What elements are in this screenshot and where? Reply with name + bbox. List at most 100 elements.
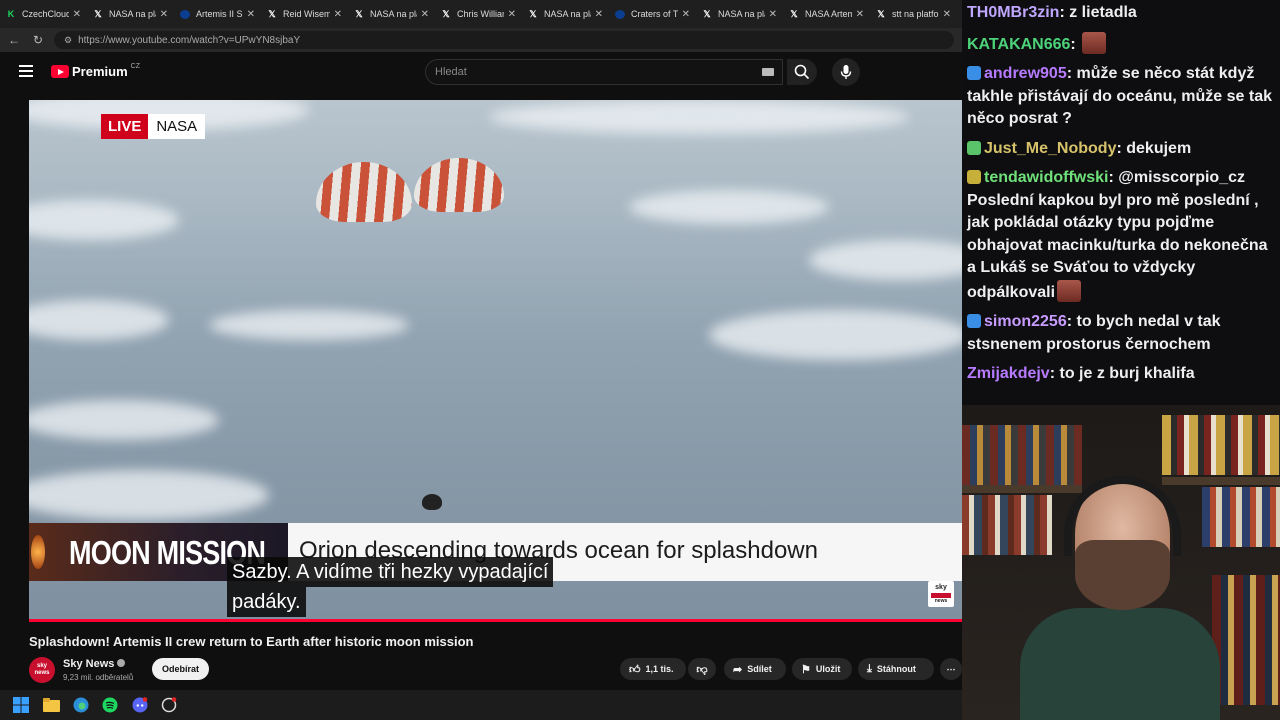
chat-message: tendawidoffwski: @misscorpio_cz Poslední… [967,167,1276,304]
close-icon[interactable]: ✕ [421,9,429,20]
tab-title: stt na platform [892,9,939,19]
chat-message: Zmijakdejv: to je z burj khalifa [967,363,1276,386]
cloud [29,200,179,240]
chat-message: TH0MBr3zin: z lietadla [967,2,1276,25]
tab-title: Reid Wiseman [283,9,330,19]
browser-tab[interactable]: K CzechCloud S ✕ [0,0,87,28]
search-input[interactable]: Hledat [425,59,783,85]
close-icon[interactable]: ✕ [247,9,255,20]
cloud [29,300,169,340]
download-button[interactable]: ⤓ Stáhnout [858,658,934,680]
chat-username[interactable]: KATAKAN666 [967,36,1070,53]
cloud [629,190,829,224]
chat-separator: : [1116,139,1127,157]
x-icon: 𝕏 [529,8,537,19]
sky-news-logo: sky news [928,581,954,607]
url-bar[interactable]: ⚙ https://www.youtube.com/watch?v=UPwYN8… [54,31,954,49]
browser-tab[interactable]: Craters of Tim ✕ [609,0,696,28]
channel-name[interactable]: Sky News [63,658,126,670]
menu-icon[interactable] [19,65,33,77]
like-button[interactable]: 👍︎ 1,1 tis. [620,658,686,680]
x-icon: 𝕏 [442,8,450,19]
youtube-header: Premium CZ Hledat [0,52,962,92]
progress-bar[interactable] [29,619,962,622]
windows-start-icon[interactable] [12,696,30,714]
chat-username[interactable]: Just_Me_Nobody [984,140,1116,157]
browser-tab[interactable]: 𝕏 NASA na platf ✕ [522,0,609,28]
more-icon: ⋯ [946,663,956,674]
browser-tab[interactable]: 𝕏 Reid Wiseman ✕ [261,0,348,28]
close-icon[interactable]: ✕ [508,9,516,20]
bookshelf [962,425,1082,485]
cloud [809,240,962,280]
chat-username[interactable]: simon2256 [984,313,1067,330]
more-actions-button[interactable]: ⋯ [940,658,962,680]
x-icon: 𝕏 [877,8,885,19]
chat-separator: : [1070,35,1081,53]
download-label: Stáhnout [876,664,916,674]
cloud [29,470,269,520]
bookshelf [1212,575,1280,705]
edge-browser-icon[interactable] [72,696,90,714]
cloud [209,310,409,340]
keyboard-icon[interactable] [762,68,774,76]
x-icon: 𝕏 [790,8,798,19]
back-arrow-icon[interactable]: ← [4,30,24,50]
subscriber-count: 9,23 mil. odběratelů [63,673,134,682]
browser-tab[interactable]: Artemis II Spl ✕ [174,0,261,28]
chat-username[interactable]: TH0MBr3zin [967,4,1059,21]
chat-message: KATAKAN666: [967,31,1276,57]
reload-icon[interactable]: ↻ [28,30,48,50]
chat-text: to je z burj khalifa [1059,365,1195,382]
close-icon[interactable]: ✕ [769,9,777,20]
x-icon: 𝕏 [355,8,363,19]
video-player[interactable]: LIVE NASA MOON MISSION Orion descending … [29,100,962,622]
download-icon: ⤓ [867,662,872,675]
close-icon[interactable]: ✕ [943,9,951,20]
tab-title: Chris Williams [457,9,504,19]
live-label: LIVE [101,114,149,139]
close-icon[interactable]: ✕ [334,9,342,20]
chat-message: Just_Me_Nobody: dekujem [967,138,1276,161]
close-icon[interactable]: ✕ [856,9,864,20]
czechcloud-icon: K [7,9,15,19]
browser-tab[interactable]: 𝕏 NASA Artemis ✕ [783,0,870,28]
chat-username[interactable]: andrew905 [984,65,1067,82]
chat-badge-icon [967,66,981,80]
browser-tab[interactable]: 𝕏 NASA na platf ✕ [87,0,174,28]
browser-tab[interactable]: 𝕏 NASA na platf ✕ [696,0,783,28]
chat-username[interactable]: Zmijakdejv [967,365,1050,382]
browser-tab[interactable]: 𝕏 Chris Williams ✕ [435,0,522,28]
channel-avatar[interactable]: sky news [29,657,55,683]
close-icon[interactable]: ✕ [160,9,168,20]
chat-message: andrew905: může se něco stát když takhle… [967,63,1276,131]
browser-tab[interactable]: 𝕏 NASA na platf ✕ [348,0,435,28]
browser-tab[interactable]: 𝕏stt na platform ✕ [870,0,957,28]
spotify-icon[interactable] [101,696,119,714]
closed-captions: Sazby. A vidíme tři hezky vypadající pad… [227,557,554,617]
share-icon: ➦ [733,663,743,676]
search-placeholder: Hledat [435,66,467,78]
chat-separator: : [1066,65,1077,82]
site-info-icon[interactable]: ⚙ [64,35,72,46]
save-button[interactable]: ⚑ Uložit [792,658,852,680]
app-icon[interactable] [160,696,178,714]
subscribe-button[interactable]: Odebírat [152,658,209,680]
chat-separator: : [1066,313,1077,330]
close-icon[interactable]: ✕ [682,9,690,20]
discord-icon[interactable] [131,696,149,714]
file-explorer-icon[interactable] [42,696,60,714]
voice-search-button[interactable] [832,58,860,86]
dislike-button[interactable]: 👎︎ [688,658,716,680]
chat-username[interactable]: tendawidoffwski [984,169,1108,186]
close-icon[interactable]: ✕ [73,9,81,20]
close-icon[interactable]: ✕ [595,9,603,20]
youtube-logo[interactable]: Premium CZ [51,63,140,79]
x-icon: 𝕏 [94,8,102,19]
verified-icon [117,659,126,667]
browser-tab-strip: KCzechCloud S✕𝕏NASA na platf✕Artemis II … [0,0,962,28]
search-button[interactable] [787,59,817,85]
chat-text: z lietadla [1069,4,1137,21]
shirt [1020,608,1220,720]
share-button[interactable]: ➦ Sdílet [724,658,786,680]
